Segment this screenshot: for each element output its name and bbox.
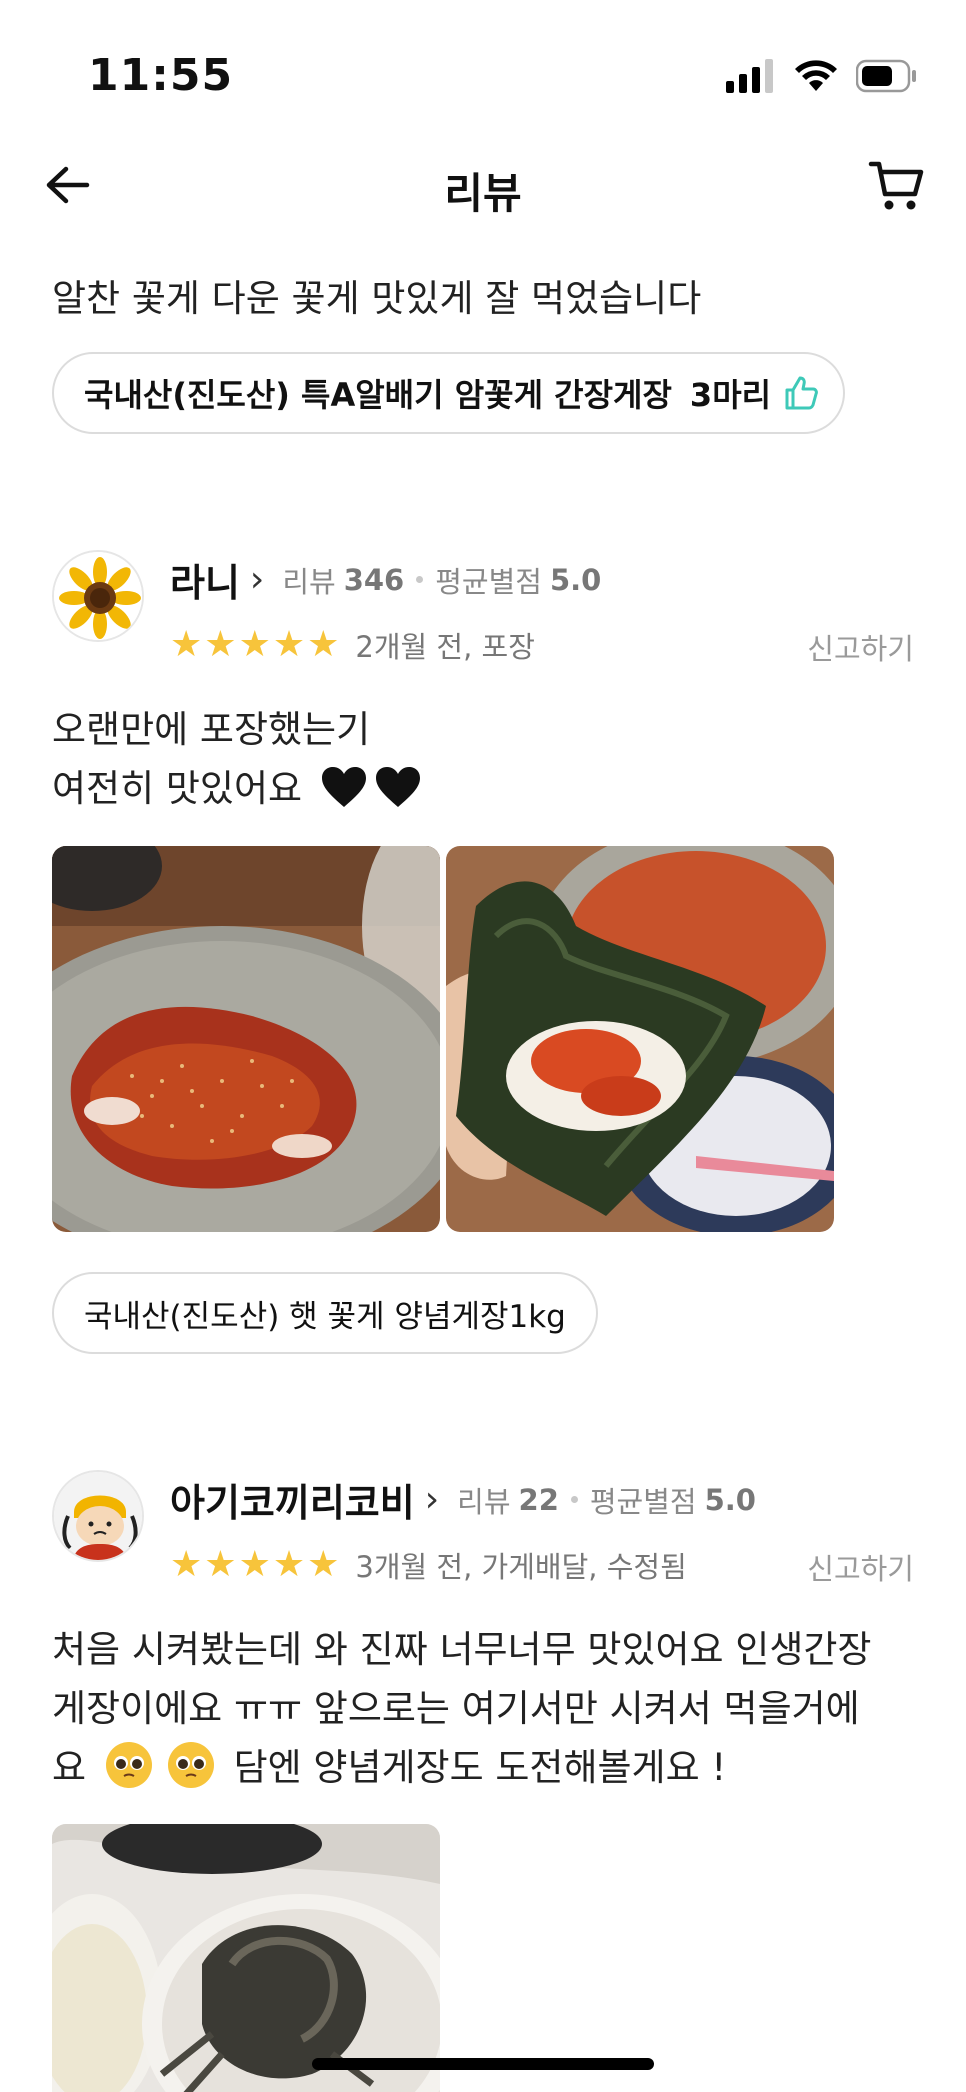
review-body: 처음 시켜봤는데 와 진짜 너무너무 맛있어요 인생간장 게장이에요 ㅠㅠ 앞으…	[52, 1620, 922, 1797]
star-icon: ★	[307, 1544, 340, 1585]
reviewer-stats: 리뷰 346 평균별점 5.0	[282, 559, 601, 601]
avg-rating-label: 평균별점	[589, 1484, 697, 1519]
black-heart-icon	[375, 767, 420, 807]
product-name: 국내산(진도산) 특A알배기 암꽃게 간장게장	[84, 376, 672, 414]
status-icons	[726, 56, 918, 96]
avg-rating: 5.0	[549, 562, 602, 597]
star-icon: ★	[170, 1544, 203, 1585]
ordered-product-pill[interactable]: 국내산(진도산) 특A알배기 암꽃게 간장게장 3마리	[52, 352, 846, 434]
review-body: 오랜만에 포장했는기 여전히 맛있어요	[52, 700, 922, 818]
review-count-label: 리뷰	[282, 564, 336, 599]
reviewer-info: 아기코끼리코비 › 리뷰 22 평균별점 5.0	[170, 1472, 756, 1527]
previous-review-text: 알찬 꽃게 다운 꽃게 맛있게 잘 먹었습니다	[52, 277, 702, 320]
reviewer-name[interactable]: 아기코끼리코비	[170, 1472, 415, 1527]
star-icon: ★	[204, 1544, 237, 1585]
avatar[interactable]	[52, 1470, 144, 1562]
star-icon: ★	[272, 624, 306, 665]
cart-icon	[868, 161, 924, 210]
wifi-icon	[795, 60, 837, 91]
cart-button[interactable]	[868, 156, 926, 214]
review-body-line: 오랜만에 포장했는기	[52, 708, 371, 751]
avg-rating: 5.0	[704, 1482, 756, 1517]
thumbs-up-icon	[785, 376, 818, 410]
status-bar: 11:55	[0, 0, 966, 140]
review-body-line: 여전히 맛있어요	[52, 759, 922, 818]
review-body-text: 담엔 양념게장도 도전해볼게요 !	[233, 1746, 727, 1789]
product-qty: 3마리	[689, 376, 772, 414]
reviewer-name[interactable]: 라니	[170, 552, 240, 607]
star-icon: ★	[238, 1544, 271, 1585]
black-heart-icon	[321, 767, 366, 807]
character-avatar-icon	[54, 1472, 142, 1560]
avg-rating-label: 평균별점	[435, 564, 542, 599]
reviewer-info: 라니 › 리뷰 346 평균별점 5.0	[170, 552, 601, 607]
avatar[interactable]	[52, 550, 144, 642]
chevron-right-icon[interactable]: ›	[250, 559, 264, 600]
review-body-text: 요	[52, 1746, 87, 1789]
review-body-line: 요 담엔 양념게장도 도전해볼게요 !	[52, 1738, 922, 1797]
reviewer-stats: 리뷰 22 평균별점 5.0	[457, 1479, 756, 1521]
report-button[interactable]: 신고하기	[807, 626, 914, 668]
review-count: 346	[343, 562, 405, 597]
status-time: 11:55	[88, 50, 234, 101]
star-icon: ★	[204, 624, 237, 665]
ordered-product-pill[interactable]: 국내산(진도산) 햇 꽃게 양념게장1kg	[52, 1272, 598, 1354]
page-title: 리뷰	[444, 169, 522, 218]
review-date: 2개월 전, 포장	[355, 630, 535, 664]
star-icon: ★	[238, 624, 271, 665]
app-header: 리뷰	[0, 140, 966, 230]
cellular-signal-icon	[726, 59, 773, 93]
home-indicator[interactable]	[312, 2058, 654, 2070]
battery-icon	[856, 59, 916, 93]
review-body-line: 처음 시켜봤는데 와 진짜 너무너무 맛있어요 인생간장	[52, 1628, 872, 1671]
review-body-text: 여전히 맛있어요	[52, 767, 303, 810]
star-icon: ★	[170, 624, 203, 665]
separator-dot	[416, 576, 424, 583]
report-button[interactable]: 신고하기	[807, 1546, 914, 1588]
rating-line: ★ ★ ★ ★ ★ 2개월 전, 포장	[170, 624, 535, 666]
star-icon: ★	[272, 1544, 306, 1585]
review-count-label: 리뷰	[457, 1484, 511, 1519]
review-date: 3개월 전, 가게배달, 수정됨	[355, 1550, 687, 1584]
review-body-line: 게장이에요 ㅠㅠ 앞으로는 여기서만 시켜서 먹을거에	[52, 1687, 860, 1730]
star-icon: ★	[307, 624, 340, 665]
review-photo[interactable]	[446, 846, 834, 1232]
rating-line: ★ ★ ★ ★ ★ 3개월 전, 가게배달, 수정됨	[170, 1544, 687, 1586]
review-photo[interactable]	[52, 846, 440, 1232]
separator-dot	[570, 1496, 578, 1503]
chevron-right-icon[interactable]: ›	[425, 1479, 439, 1520]
sunflower-avatar-icon	[54, 552, 142, 640]
pleading-face-emoji-icon	[105, 1742, 152, 1788]
review-photo[interactable]	[52, 1824, 440, 2092]
review-count: 22	[518, 1482, 559, 1517]
pleading-face-emoji-icon	[167, 1742, 214, 1788]
